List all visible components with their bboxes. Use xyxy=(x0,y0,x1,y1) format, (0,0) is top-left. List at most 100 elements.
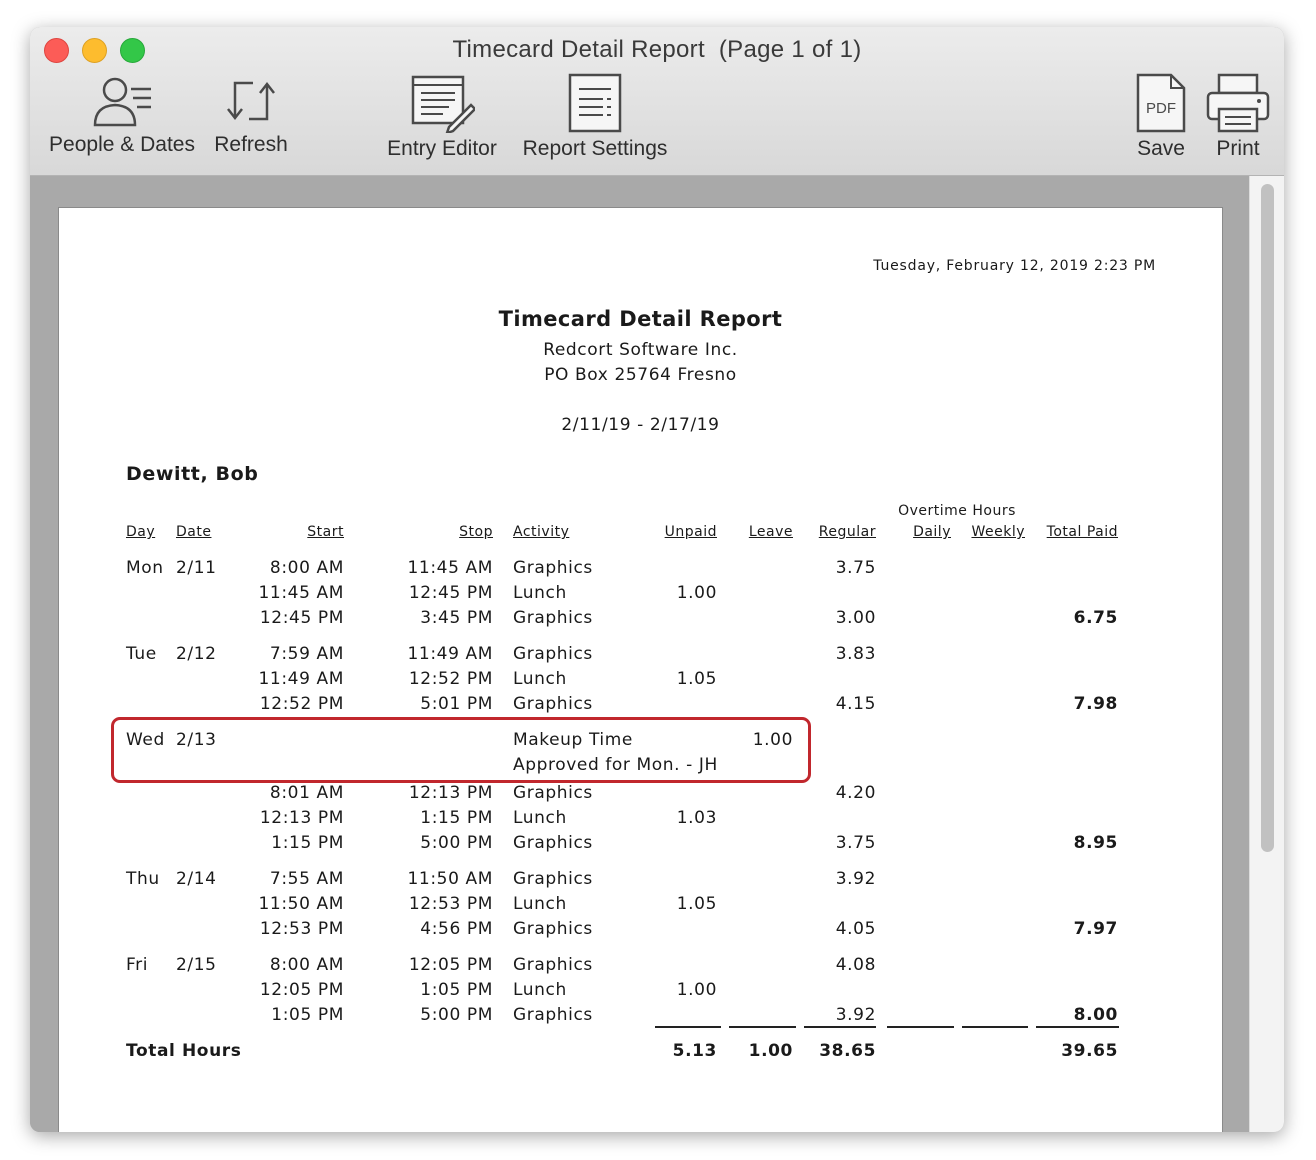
column-header-stop: Stop xyxy=(459,524,493,540)
cell-unpaid: 1.05 xyxy=(676,894,717,914)
report-settings-label: Report Settings xyxy=(522,137,668,160)
cell-total: 6.75 xyxy=(1073,608,1118,628)
cell-date: 2/12 xyxy=(176,644,217,664)
daily-subtotal-line xyxy=(887,1026,954,1028)
cell-stop: 11:45 AM xyxy=(407,558,493,578)
cell-regular: 3.83 xyxy=(835,644,876,664)
total-leave: 1.00 xyxy=(748,1041,793,1061)
cell-activity: Lunch xyxy=(513,894,567,914)
cell-activity: Lunch xyxy=(513,808,567,828)
leave-subtotal-line xyxy=(729,1026,796,1028)
column-header-leave: Leave xyxy=(748,524,793,540)
cell-regular: 4.05 xyxy=(835,919,876,939)
cell-activity: Lunch xyxy=(513,669,567,689)
total-hours-label: Total Hours xyxy=(126,1041,242,1061)
window-title: Timecard Detail Report (Page 1 of 1) xyxy=(452,36,862,63)
cell-unpaid: 1.03 xyxy=(676,808,717,828)
cell-stop: 5:01 PM xyxy=(420,694,493,714)
save-label: Save xyxy=(1137,137,1185,160)
cell-stop: 5:00 PM xyxy=(420,833,493,853)
total-unpaid: 5.13 xyxy=(672,1041,717,1061)
column-header-regular: Regular xyxy=(818,524,876,540)
cell-date: 2/11 xyxy=(176,558,217,578)
people-dates-icon xyxy=(93,77,151,127)
cell-date: 2/14 xyxy=(176,869,217,889)
pdf-badge: PDF xyxy=(1146,100,1176,117)
cell-regular: 3.00 xyxy=(835,608,876,628)
cell-stop: 12:53 PM xyxy=(408,894,493,914)
cell-activity: Graphics xyxy=(513,869,593,889)
cell-activity: Graphics xyxy=(513,694,593,714)
report-window: Timecard Detail Report (Page 1 of 1) Peo… xyxy=(30,27,1284,1132)
unpaid-subtotal-line xyxy=(655,1026,721,1028)
scrollbar-thumb[interactable] xyxy=(1261,184,1274,852)
report-settings-icon xyxy=(568,73,622,133)
cell-activity: Lunch xyxy=(513,583,567,603)
cell-start: 1:05 PM xyxy=(271,1005,344,1025)
cell-regular: 3.75 xyxy=(835,833,876,853)
cell-stop: 12:52 PM xyxy=(408,669,493,689)
report-preview-area[interactable]: Tuesday, February 12, 2019 2:23 PM Timec… xyxy=(30,176,1284,1132)
cell-start: 11:50 AM xyxy=(258,894,344,914)
refresh-button[interactable]: Refresh xyxy=(211,73,291,157)
entry-editor-button[interactable]: Entry Editor xyxy=(382,73,502,161)
column-header-weekly: Weekly xyxy=(971,524,1025,540)
print-label: Print xyxy=(1216,137,1260,160)
report-page: Tuesday, February 12, 2019 2:23 PM Timec… xyxy=(58,207,1223,1132)
pdf-file-icon: PDF xyxy=(1135,73,1187,133)
company-address: PO Box 25764 Fresno xyxy=(544,365,737,385)
entry-editor-label: Entry Editor xyxy=(387,137,497,160)
column-header-day: Day xyxy=(126,524,156,540)
cell-unpaid: 1.05 xyxy=(676,669,717,689)
makeup-time-highlight xyxy=(111,717,811,783)
cell-start: 1:15 PM xyxy=(271,833,344,853)
cell-activity: Graphics xyxy=(513,644,593,664)
cell-regular: 3.92 xyxy=(835,1005,876,1025)
cell-stop: 12:13 PM xyxy=(408,783,493,803)
cell-stop: 3:45 PM xyxy=(420,608,493,628)
cell-regular: 3.75 xyxy=(835,558,876,578)
report-settings-button[interactable]: Report Settings xyxy=(518,73,672,161)
column-header-daily: Daily xyxy=(913,524,951,540)
cell-date: 2/15 xyxy=(176,955,217,975)
print-button[interactable]: Print xyxy=(1203,73,1273,161)
cell-start: 8:00 AM xyxy=(269,955,344,975)
cell-activity: Graphics xyxy=(513,919,593,939)
refresh-icon xyxy=(227,81,275,121)
employee-name: Dewitt, Bob xyxy=(126,463,259,485)
total-regular: 38.65 xyxy=(819,1041,876,1061)
printer-icon xyxy=(1206,73,1270,133)
cell-regular: 3.92 xyxy=(835,869,876,889)
vertical-scrollbar[interactable] xyxy=(1249,176,1284,1132)
column-header-unpaid: Unpaid xyxy=(664,524,717,540)
cell-activity: Graphics xyxy=(513,783,593,803)
cell-total: 8.95 xyxy=(1073,833,1118,853)
cell-stop: 4:56 PM xyxy=(420,919,493,939)
cell-stop: 5:00 PM xyxy=(420,1005,493,1025)
cell-regular: 4.08 xyxy=(835,955,876,975)
report-title: Timecard Detail Report xyxy=(498,307,783,331)
company-name: Redcort Software Inc. xyxy=(543,340,738,360)
column-header-total-paid: Total Paid xyxy=(1046,524,1118,540)
total-paid: 39.65 xyxy=(1061,1041,1118,1061)
cell-start: 7:59 AM xyxy=(269,644,344,664)
cell-activity: Graphics xyxy=(513,558,593,578)
cell-unpaid: 1.00 xyxy=(676,583,717,603)
cell-activity: Graphics xyxy=(513,608,593,628)
cell-stop: 1:15 PM xyxy=(420,808,493,828)
total-paid-subtotal-line xyxy=(1036,1026,1119,1028)
cell-stop: 11:50 AM xyxy=(407,869,493,889)
weekly-subtotal-line xyxy=(962,1026,1028,1028)
people-dates-button[interactable]: People & Dates xyxy=(44,73,200,157)
cell-day: Thu xyxy=(126,869,160,889)
save-pdf-button[interactable]: PDF Save xyxy=(1129,73,1193,161)
cell-total: 7.97 xyxy=(1073,919,1118,939)
cell-stop: 12:05 PM xyxy=(408,955,493,975)
cell-day: Tue xyxy=(126,644,157,664)
cell-start: 12:45 PM xyxy=(259,608,344,628)
cell-start: 11:45 AM xyxy=(258,583,344,603)
cell-start: 12:13 PM xyxy=(259,808,344,828)
cell-activity: Graphics xyxy=(513,955,593,975)
people-dates-label: People & Dates xyxy=(49,133,195,156)
refresh-label: Refresh xyxy=(214,133,288,156)
